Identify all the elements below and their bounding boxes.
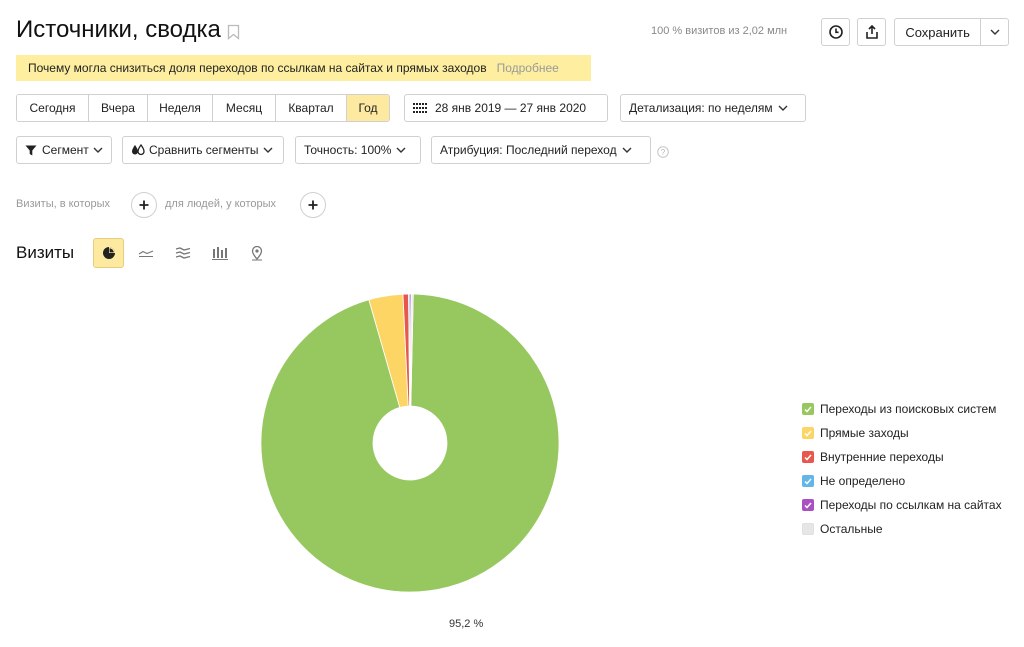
legend-item[interactable]: Переходы по ссылкам на сайтах	[802, 493, 1002, 517]
legend-checkbox[interactable]	[802, 499, 814, 511]
chart-type-line-button[interactable]	[130, 238, 161, 268]
chevron-down-icon	[990, 29, 1000, 35]
map-icon	[251, 245, 262, 260]
legend-label: Прямые заходы	[820, 426, 909, 440]
legend-item[interactable]: Прямые заходы	[802, 421, 1002, 445]
date-range-picker[interactable]: 28 янв 2019 — 27 янв 2020	[404, 94, 608, 122]
legend-label: Внутренние переходы	[820, 450, 944, 464]
pie-chart-icon	[102, 247, 115, 259]
legend-checkbox[interactable]	[802, 523, 814, 535]
bookmark-icon[interactable]	[227, 24, 240, 40]
legend-checkbox[interactable]	[802, 427, 814, 439]
chevron-down-icon	[396, 147, 406, 153]
help-icon[interactable]: ?	[657, 146, 669, 158]
drops-icon	[132, 144, 145, 156]
plus-icon	[139, 200, 149, 210]
check-icon	[804, 478, 812, 485]
attribution-label: Атрибуция: Последний переход	[440, 143, 617, 157]
visits-summary: 100 % визитов из 2,02 млн	[651, 25, 788, 37]
clock-icon	[828, 25, 843, 39]
attribution-dropdown[interactable]: Атрибуция: Последний переход	[431, 136, 651, 164]
segment-label: Сегмент	[42, 143, 89, 157]
pie-data-label: 95,2 %	[449, 618, 484, 630]
add-people-condition-button[interactable]	[300, 192, 326, 218]
history-button[interactable]	[821, 18, 850, 46]
period-yesterday-button[interactable]: Вчера	[89, 95, 148, 121]
export-button[interactable]	[857, 18, 886, 46]
legend-label: Не определено	[820, 474, 906, 488]
accuracy-label: Точность: 100%	[304, 143, 392, 157]
date-range-label: 28 янв 2019 — 27 янв 2020	[435, 101, 587, 115]
filter-icon	[25, 145, 37, 155]
notice-more-link[interactable]: Подробнее	[497, 61, 559, 75]
chevron-down-icon	[263, 147, 273, 153]
legend-checkbox[interactable]	[802, 475, 814, 487]
add-visit-condition-button[interactable]	[131, 192, 157, 218]
period-week-button[interactable]: Неделя	[148, 95, 213, 121]
period-selector: Сегодня Вчера Неделя Месяц Квартал Год	[16, 94, 390, 122]
calendar-icon	[413, 103, 427, 113]
legend-item[interactable]: Внутренние переходы	[802, 445, 1002, 469]
segment-dropdown[interactable]: Сегмент	[16, 136, 112, 164]
detail-label: Детализация: по неделям	[629, 101, 773, 115]
chart-type-pie-button[interactable]	[93, 238, 124, 268]
chart-legend: Переходы из поисковых систем Прямые заход…	[802, 397, 1002, 541]
legend-label: Переходы из поисковых систем	[820, 402, 997, 416]
legend-label: Остальные	[820, 522, 883, 536]
check-icon	[804, 406, 812, 413]
visits-donut-chart	[260, 293, 560, 593]
page-title: Источники, сводка	[16, 16, 221, 43]
notice-banner: Почему могла снизиться доля переходов по…	[16, 55, 591, 81]
bar-chart-icon	[211, 246, 228, 260]
visits-where-label: Визиты, в которых	[16, 198, 110, 210]
legend-label: Переходы по ссылкам на сайтах	[820, 498, 1002, 512]
chart-type-area-button[interactable]	[167, 238, 198, 268]
period-today-button[interactable]: Сегодня	[17, 95, 89, 121]
chart-type-map-button[interactable]	[241, 238, 272, 268]
save-button[interactable]: Сохранить	[894, 18, 1009, 46]
compare-segments-label: Сравнить сегменты	[149, 143, 259, 157]
line-chart-icon	[138, 250, 153, 257]
chevron-down-icon	[93, 147, 103, 153]
save-label: Сохранить	[905, 24, 970, 40]
people-where-label: для людей, у которых	[165, 198, 276, 210]
check-icon	[804, 454, 812, 461]
legend-item[interactable]: Не определено	[802, 469, 1002, 493]
legend-checkbox[interactable]	[802, 403, 814, 415]
save-menu-button[interactable]	[980, 19, 1008, 45]
check-icon	[804, 502, 812, 509]
share-icon	[865, 25, 878, 39]
chevron-down-icon	[778, 105, 788, 111]
svg-text:?: ?	[661, 148, 666, 157]
legend-item[interactable]: Остальные	[802, 517, 1002, 541]
area-chart-icon	[175, 247, 190, 259]
notice-text: Почему могла снизиться доля переходов по…	[28, 61, 487, 75]
legend-checkbox[interactable]	[802, 451, 814, 463]
chevron-down-icon	[622, 147, 632, 153]
plus-icon	[308, 200, 318, 210]
period-month-button[interactable]: Месяц	[213, 95, 276, 121]
chart-type-bar-button[interactable]	[204, 238, 235, 268]
period-quarter-button[interactable]: Квартал	[276, 95, 347, 121]
legend-item[interactable]: Переходы из поисковых систем	[802, 397, 1002, 421]
chart-section-title: Визиты	[16, 243, 75, 262]
compare-segments-dropdown[interactable]: Сравнить сегменты	[122, 136, 284, 164]
check-icon	[804, 430, 812, 437]
period-year-button[interactable]: Год	[347, 95, 389, 121]
accuracy-dropdown[interactable]: Точность: 100%	[295, 136, 421, 164]
detail-dropdown[interactable]: Детализация: по неделям	[620, 94, 806, 122]
